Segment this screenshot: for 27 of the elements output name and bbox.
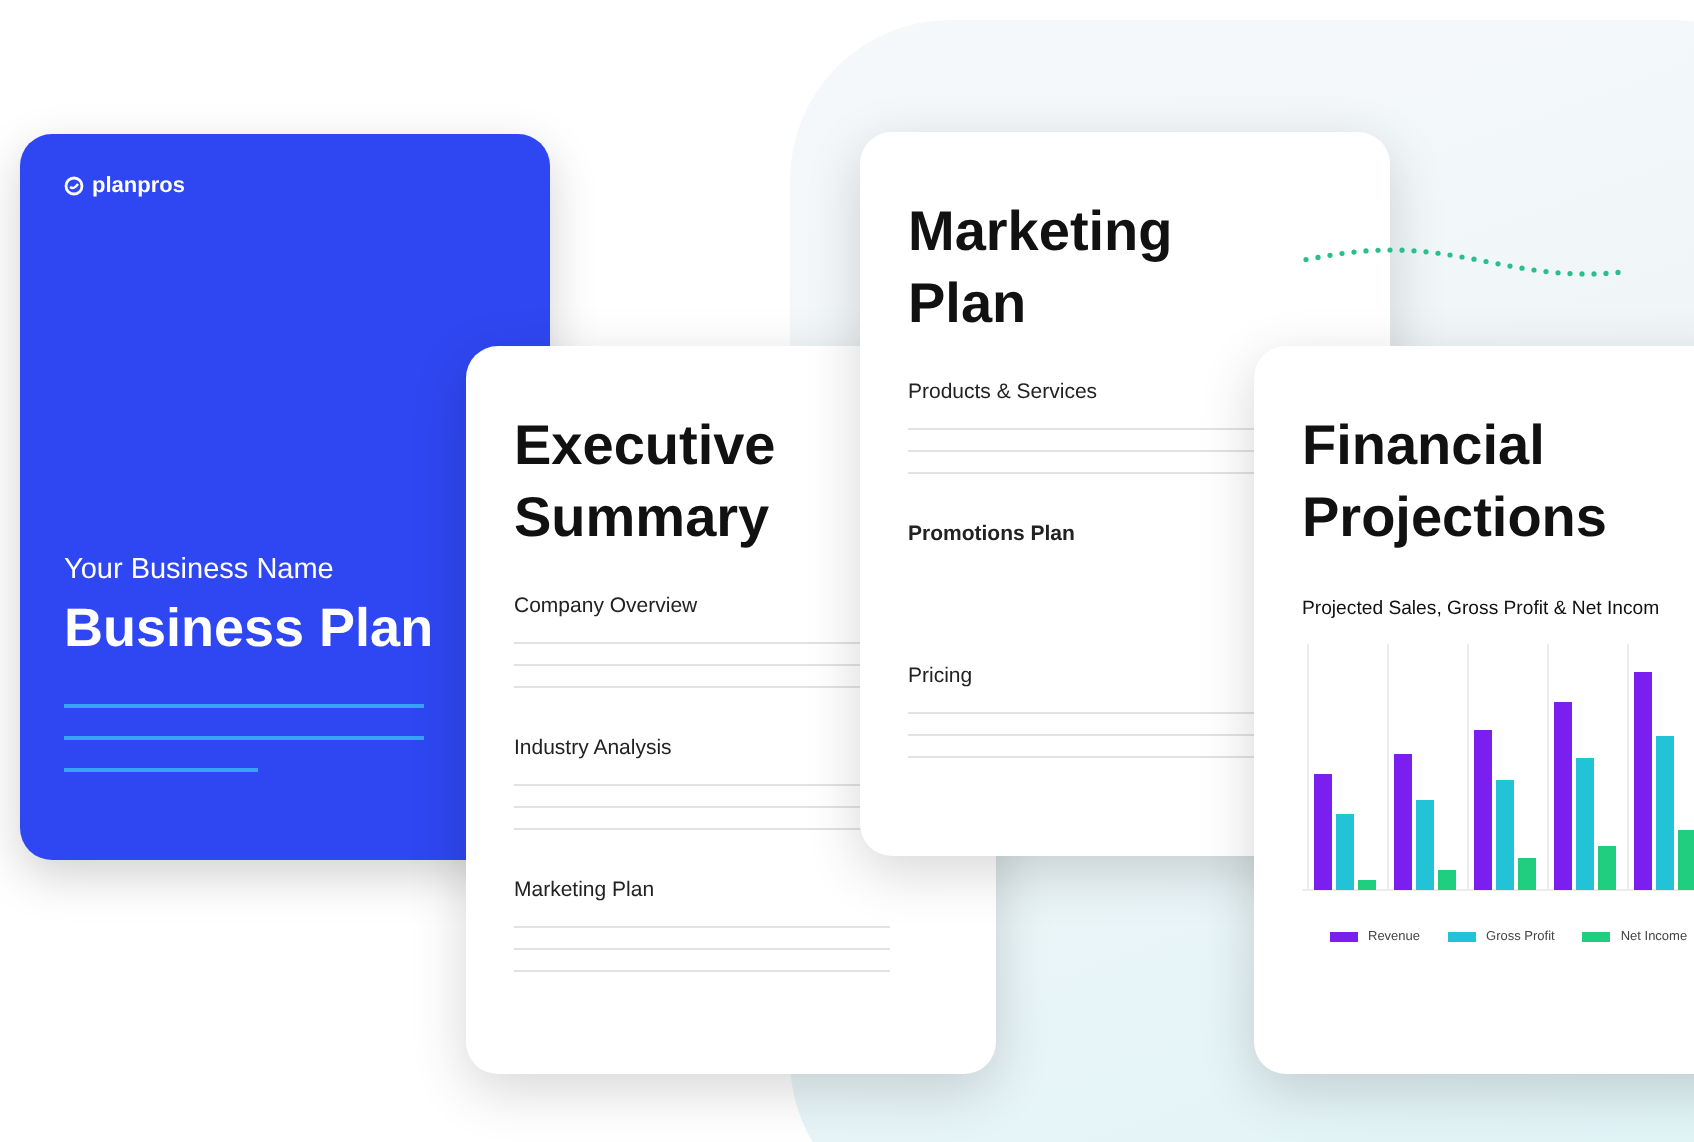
chart-bar [1576, 758, 1594, 890]
document-title: Plan [908, 270, 1029, 338]
document-title: Projections [1302, 484, 1609, 552]
chart-bar [1314, 774, 1332, 890]
cover-title: Business Plan [64, 598, 436, 660]
section-heading: Marketing Plan [514, 878, 657, 906]
chart-bar [1394, 754, 1412, 890]
document-title: Marketing [908, 198, 1175, 266]
chart-bar [1518, 858, 1536, 890]
section-heading: Promotions Plan [908, 522, 1077, 550]
chart-bar [1336, 814, 1354, 890]
brand-name: planpros [92, 174, 185, 198]
chart-bar [1438, 870, 1456, 890]
chart-bar [1358, 880, 1376, 890]
logo-icon [64, 176, 84, 196]
section-heading: Products & Services [908, 380, 1100, 408]
chart-bar [1678, 830, 1694, 890]
section-heading: Industry Analysis [514, 736, 674, 764]
chart-bar [1416, 800, 1434, 890]
chart-bar [1496, 780, 1514, 890]
cover-subtitle: Your Business Name [64, 554, 336, 586]
chart-bar [1598, 846, 1616, 890]
section-heading: Company Overview [514, 594, 700, 622]
document-title: Financial [1302, 412, 1547, 480]
chart-title: Projected Sales, Gross Profit & Net Incom [1302, 598, 1662, 620]
section-heading: Pricing [908, 664, 975, 692]
document-title: Executive [514, 412, 778, 480]
